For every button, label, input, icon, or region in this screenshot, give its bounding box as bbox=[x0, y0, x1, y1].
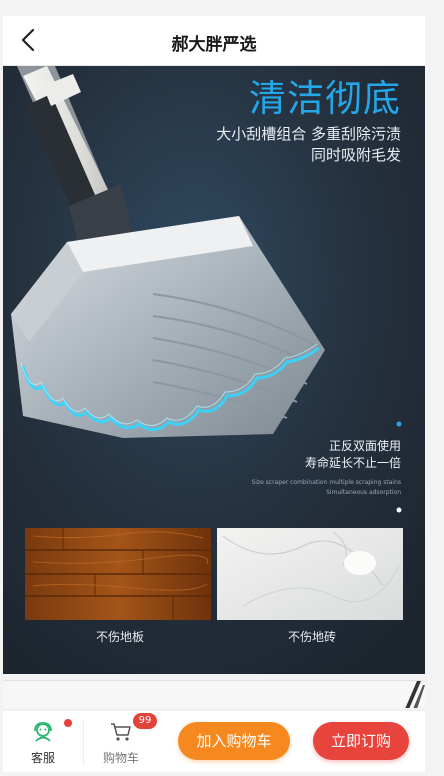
top-nav-bar: 郝大胖严选 bbox=[3, 16, 425, 66]
product-detail-image: 清洁彻底 大小刮槽组合 多重刮除污渍 同时吸附毛发 正反双面使用 寿命延长不止一… bbox=[3, 66, 425, 674]
feature-caption-en-line: Simultaneous adsorption bbox=[326, 489, 401, 496]
feature-caption-en: Size scraper combination multiple scrapi… bbox=[251, 478, 401, 498]
next-image-fragment bbox=[405, 681, 425, 708]
hero-subtitle-line: 同时吸附毛发 bbox=[310, 146, 401, 164]
cart-icon bbox=[111, 723, 131, 741]
bottom-action-bar: 客服 购物车 99 加入购物车 立即订购 bbox=[3, 710, 425, 772]
feature-caption-en-line: Size scraper combination multiple scrapi… bbox=[251, 479, 401, 486]
feature-caption-line: 寿命延长不止一倍 bbox=[304, 456, 401, 470]
customer-service-button[interactable]: 客服 bbox=[13, 719, 73, 765]
hero-subtitle-line: 大小刮槽组合 多重刮除污渍 bbox=[216, 125, 401, 143]
add-to-cart-button[interactable]: 加入购物车 bbox=[178, 722, 290, 760]
wood-floor-label: 不伤地板 bbox=[95, 630, 144, 644]
notification-dot bbox=[64, 719, 72, 727]
cart-label: 购物车 bbox=[102, 751, 139, 765]
page-title: 郝大胖严选 bbox=[171, 35, 257, 55]
headset-icon bbox=[34, 722, 52, 742]
feature-caption-line: 正反双面使用 bbox=[328, 439, 401, 453]
cart-count-badge: 99 bbox=[133, 713, 157, 729]
tile-floor-label: 不伤地砖 bbox=[287, 630, 336, 644]
feature-caption: 正反双面使用 寿命延长不止一倍 bbox=[305, 438, 401, 472]
next-detail-image-preview bbox=[3, 680, 425, 708]
hero-subtitle: 大小刮槽组合 多重刮除污渍 同时吸附毛发 bbox=[216, 124, 401, 166]
bar-divider bbox=[83, 719, 84, 765]
customer-service-label: 客服 bbox=[30, 751, 55, 765]
hero-title: 清洁彻底 bbox=[249, 77, 401, 120]
buy-now-button[interactable]: 立即订购 bbox=[313, 722, 409, 760]
app-frame: 郝大胖严选 清洁彻底 大小刮槽组合 多重刮除污渍 同时吸附毛发 正反双面使用 寿… bbox=[0, 0, 444, 776]
